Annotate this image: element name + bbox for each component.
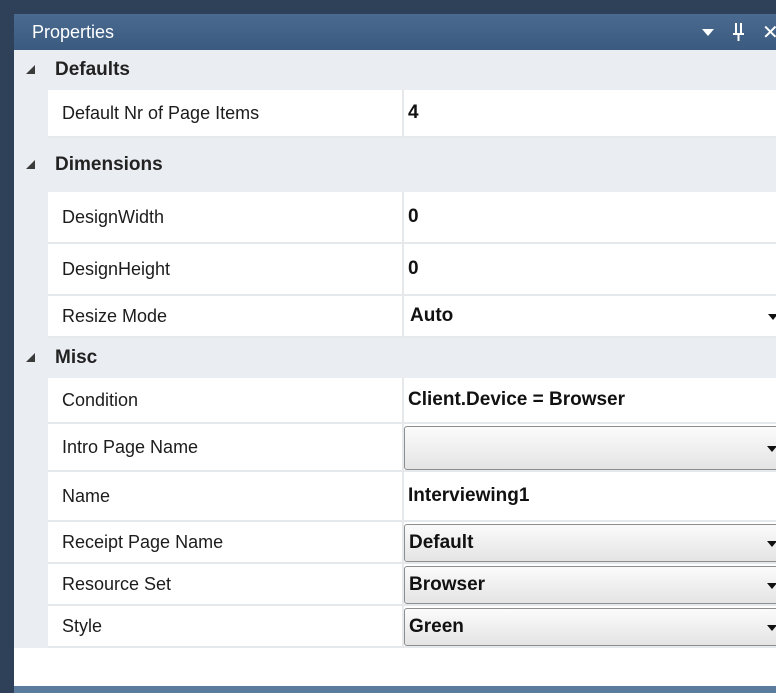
property-name: Style <box>62 616 103 636</box>
property-grid: Defaults Default Nr of Page Items 4 Dimensi… <box>14 50 776 648</box>
property-name: Receipt Page Name <box>62 532 224 552</box>
property-name-cell[interactable]: Condition <box>48 378 402 424</box>
property-value[interactable]: 0 <box>408 192 419 242</box>
property-row-receipt-page-name[interactable]: Receipt Page Name Default <box>14 522 776 564</box>
property-name: DesignHeight <box>62 259 171 279</box>
panel-titlebar: Properties ✕ <box>14 14 776 50</box>
pin-icon <box>733 23 744 41</box>
property-row-resource-set[interactable]: Resource Set Browser <box>14 564 776 606</box>
property-name-cell[interactable]: Default Nr of Page Items <box>48 90 402 138</box>
dropdown-arrow-icon[interactable] <box>768 314 776 320</box>
property-value-cell[interactable] <box>404 424 776 472</box>
properties-panel: Properties ✕ Defaults Default Nr of Page … <box>14 14 776 693</box>
category-label: Misc <box>55 347 98 368</box>
property-value[interactable]: Interviewing1 <box>408 472 529 520</box>
property-value[interactable]: 4 <box>408 90 419 136</box>
resource-set-dropdown[interactable]: Browser <box>404 566 776 604</box>
property-name-cell[interactable]: Intro Page Name <box>48 424 402 472</box>
category-label: Dimensions <box>55 154 163 175</box>
collapse-triangle-icon[interactable] <box>26 65 35 74</box>
dropdown-arrow-icon[interactable] <box>767 625 776 631</box>
property-value[interactable]: 0 <box>408 244 419 294</box>
category-dimensions[interactable]: Dimensions <box>14 138 776 192</box>
receipt-page-name-dropdown[interactable]: Default <box>404 524 776 562</box>
property-row-intro-page-name[interactable]: Intro Page Name <box>14 424 776 472</box>
property-name-cell[interactable]: Resize Mode <box>48 296 402 338</box>
dropdown-value: Browser <box>409 574 486 595</box>
property-name: Name <box>62 486 111 506</box>
collapse-triangle-icon[interactable] <box>26 160 35 169</box>
property-value-cell[interactable]: 0 <box>404 244 776 296</box>
property-value-cell[interactable]: 4 <box>404 90 776 138</box>
panel-menu-button[interactable] <box>698 14 720 50</box>
category-defaults[interactable]: Defaults <box>14 50 776 90</box>
property-value-cell[interactable]: Browser <box>404 564 776 606</box>
property-name: Default Nr of Page Items <box>62 103 260 123</box>
property-name-cell[interactable]: Resource Set <box>48 564 402 606</box>
category-misc[interactable]: Misc <box>14 338 776 378</box>
property-row-default-nr-of-page-items[interactable]: Default Nr of Page Items 4 <box>14 90 776 138</box>
property-row-designwidth[interactable]: DesignWidth 0 <box>14 192 776 244</box>
style-dropdown[interactable]: Green <box>404 608 776 646</box>
panel-title: Properties <box>32 22 115 42</box>
dropdown-value: Green <box>409 616 464 637</box>
collapse-triangle-icon[interactable] <box>26 353 35 362</box>
property-row-condition[interactable]: Condition Client.Device = Browser <box>14 378 776 424</box>
property-value-cell[interactable]: Default <box>404 522 776 564</box>
property-name-cell[interactable]: DesignWidth <box>48 192 402 244</box>
property-row-designheight[interactable]: DesignHeight 0 <box>14 244 776 296</box>
property-name-cell[interactable]: Receipt Page Name <box>48 522 402 564</box>
property-row-name[interactable]: Name Interviewing1 <box>14 472 776 522</box>
property-value[interactable]: Client.Device = Browser <box>408 378 625 422</box>
property-value-cell[interactable]: Client.Device = Browser <box>404 378 776 424</box>
intro-page-name-dropdown[interactable] <box>404 426 776 470</box>
property-name: Condition <box>62 390 139 410</box>
property-name-cell[interactable]: Name <box>48 472 402 522</box>
property-value-cell[interactable]: Green <box>404 606 776 648</box>
property-name-cell[interactable]: DesignHeight <box>48 244 402 296</box>
close-button[interactable]: ✕ <box>762 14 776 50</box>
property-value-cell[interactable]: Interviewing1 <box>404 472 776 522</box>
window-bottom-border <box>14 686 776 693</box>
category-label: Defaults <box>55 59 130 80</box>
property-value-cell[interactable]: Auto <box>404 296 776 338</box>
pin-button[interactable] <box>728 14 750 50</box>
property-name: Resize Mode <box>62 306 168 326</box>
chevron-down-icon <box>702 29 714 36</box>
property-name-cell[interactable]: Style <box>48 606 402 648</box>
property-value-cell[interactable]: 0 <box>404 192 776 244</box>
property-row-resize-mode[interactable]: Resize Mode Auto <box>14 296 776 338</box>
close-icon: ✕ <box>762 20 776 44</box>
property-name: Intro Page Name <box>62 437 199 457</box>
property-name: DesignWidth <box>62 207 165 227</box>
dropdown-arrow-icon[interactable] <box>767 583 776 589</box>
property-row-style[interactable]: Style Green <box>14 606 776 648</box>
dropdown-value: Default <box>409 532 474 553</box>
property-name: Resource Set <box>62 574 172 594</box>
property-value[interactable]: Auto <box>410 296 453 336</box>
dropdown-arrow-icon[interactable] <box>767 541 776 547</box>
dropdown-arrow-icon[interactable] <box>767 446 776 452</box>
